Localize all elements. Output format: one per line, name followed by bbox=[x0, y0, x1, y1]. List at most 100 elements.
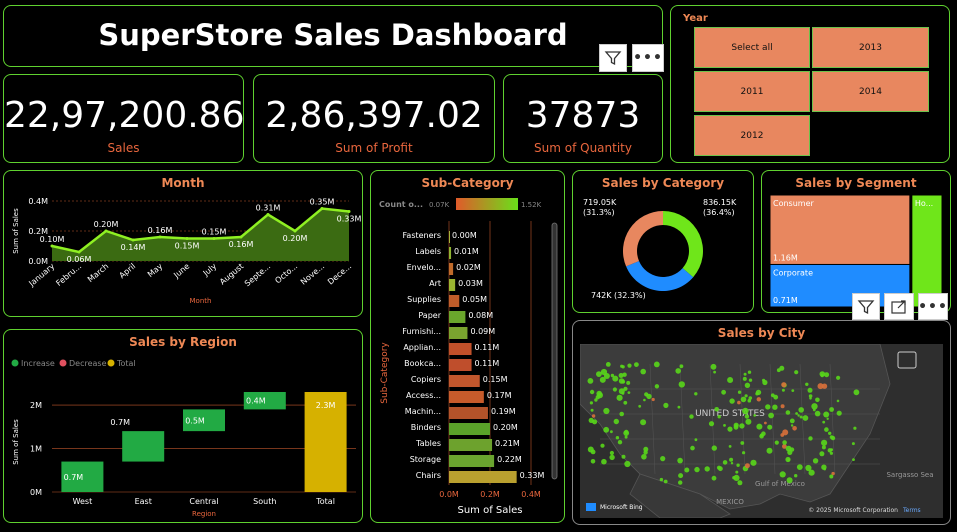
month-chart-panel: Month 0.0M 0.2M 0.4M 0.10M January 0.06M Febru… bbox=[3, 170, 363, 317]
subcat-ytick: Paper bbox=[418, 311, 441, 320]
month-data-label: 0.06M bbox=[67, 255, 92, 264]
map-city-point bbox=[684, 467, 690, 473]
map-city-point bbox=[735, 470, 739, 474]
map-city-point bbox=[782, 440, 787, 445]
map-city-point bbox=[809, 397, 812, 400]
segment-focus-button[interactable] bbox=[884, 293, 914, 320]
map-country-label: UNITED STATES bbox=[695, 409, 765, 419]
map-city-point bbox=[781, 382, 787, 388]
subcat-data-label: 0.22M bbox=[497, 455, 522, 464]
map-city-point bbox=[808, 436, 813, 441]
month-data-label: 0.14M bbox=[121, 243, 146, 252]
map-city-point bbox=[759, 433, 764, 437]
map-city-point bbox=[794, 474, 798, 478]
map-city-point bbox=[689, 414, 694, 419]
region-xtick: Central bbox=[189, 497, 218, 506]
month-ytick: 0.4M bbox=[28, 197, 48, 206]
map-city-point bbox=[819, 371, 826, 377]
category-chart-title: Sales by Category bbox=[601, 176, 725, 190]
segment-more-button[interactable]: ••• bbox=[918, 293, 948, 320]
map-city-point bbox=[794, 370, 799, 375]
region-data-label: 0.7M bbox=[64, 473, 84, 482]
map-city-point bbox=[589, 389, 595, 395]
subcat-bar bbox=[449, 311, 466, 323]
map-city-point bbox=[660, 456, 666, 462]
map-city-point bbox=[734, 424, 738, 428]
month-point bbox=[50, 244, 54, 248]
year-option-select-all[interactable]: Select all bbox=[694, 27, 810, 68]
subcat-ytick: Tables bbox=[415, 439, 441, 448]
map-city-point bbox=[770, 393, 775, 398]
map-city-point bbox=[710, 363, 717, 370]
region-data-label: 2.3M bbox=[316, 401, 336, 410]
map-city-point bbox=[708, 421, 715, 427]
map-city-point bbox=[823, 411, 830, 418]
subcat-data-label: 0.03M bbox=[458, 279, 483, 288]
map-city-point bbox=[786, 477, 793, 484]
map-city-point bbox=[781, 388, 785, 392]
map-city-point bbox=[836, 410, 842, 416]
region-xtick: Total bbox=[315, 497, 335, 506]
map-city-point bbox=[836, 375, 841, 380]
map-city-point bbox=[653, 361, 660, 368]
map-city-point bbox=[678, 381, 685, 388]
subcat-bar bbox=[449, 263, 454, 275]
subcat-ytick: Art bbox=[429, 279, 441, 288]
year-option-2011[interactable]: 2011 bbox=[694, 71, 810, 112]
map-city-point bbox=[765, 404, 771, 410]
map-city-point bbox=[694, 438, 698, 442]
region-ylabel: Sum of Sales bbox=[12, 419, 20, 465]
map-city-point bbox=[756, 423, 763, 430]
map-city-point bbox=[797, 414, 800, 417]
segment-chart-panel: Sales by Segment Consumer 1.16M Corporate 0… bbox=[761, 170, 951, 313]
map-city-point bbox=[821, 439, 828, 446]
month-data-label: 0.33M bbox=[337, 215, 362, 224]
year-option-2012[interactable]: 2012 bbox=[694, 115, 810, 156]
map-city-point bbox=[779, 471, 786, 478]
map-city-point bbox=[764, 421, 767, 425]
month-point bbox=[185, 237, 189, 240]
kpi-profit-label: Sum of Profit bbox=[335, 141, 413, 155]
map-city-point bbox=[626, 380, 631, 385]
region-xtick: South bbox=[253, 497, 276, 506]
region-ytick: 0M bbox=[30, 488, 42, 497]
map-city-point bbox=[600, 443, 605, 448]
city-map[interactable]: UNITED STATES MEXICO Gulf of Mexico Sargass… bbox=[580, 344, 943, 518]
map-city-point bbox=[651, 397, 655, 402]
map-city-point bbox=[713, 370, 716, 374]
map-city-point bbox=[768, 412, 774, 419]
kpi-sales-label: Sales bbox=[107, 141, 140, 155]
map-city-point bbox=[618, 378, 625, 384]
map-city-point bbox=[601, 458, 607, 465]
region-ytick: 1M bbox=[30, 445, 42, 454]
more-options-button[interactable]: ••• bbox=[632, 44, 664, 72]
page-title: SuperStore Sales Dashboard bbox=[98, 18, 568, 52]
year-option-2013[interactable]: 2013 bbox=[812, 27, 929, 68]
map-city-point bbox=[618, 373, 624, 378]
map-city-point bbox=[780, 404, 785, 409]
segment-filter-button[interactable] bbox=[852, 293, 880, 320]
segment-label: Ho... bbox=[915, 199, 933, 208]
map-city-point bbox=[802, 415, 809, 421]
map-city-point bbox=[643, 398, 646, 402]
month-chart: 0.0M0.2M0.4M0.10MJanuary0.06MFebru...0.2… bbox=[12, 197, 362, 305]
year-option-2014[interactable]: 2014 bbox=[812, 71, 929, 112]
map-city-point bbox=[634, 362, 639, 367]
subcat-bar bbox=[449, 423, 490, 435]
month-xtick: April bbox=[117, 262, 137, 281]
month-xtick: July bbox=[201, 261, 219, 278]
map-city-point bbox=[817, 383, 824, 390]
segment-tile bbox=[911, 194, 943, 308]
map-city-point bbox=[785, 445, 792, 452]
filter-button[interactable] bbox=[599, 44, 627, 72]
map-city-point bbox=[613, 418, 619, 425]
map-city-point bbox=[711, 445, 717, 451]
filter-icon bbox=[857, 299, 875, 314]
map-city-point bbox=[782, 429, 789, 436]
map-city-point bbox=[617, 440, 623, 445]
category-slice bbox=[663, 211, 703, 278]
map-city-point bbox=[595, 395, 600, 400]
map-city-point bbox=[587, 378, 594, 384]
month-point bbox=[158, 235, 162, 239]
map-city-point bbox=[762, 379, 768, 386]
